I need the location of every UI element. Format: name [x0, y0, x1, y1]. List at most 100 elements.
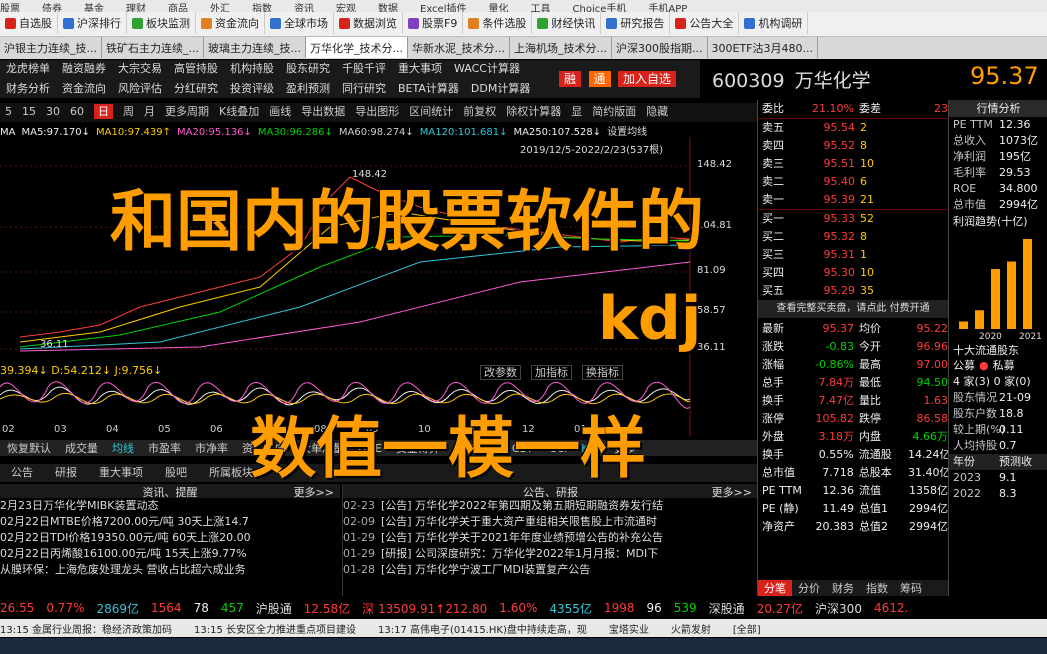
- news-item[interactable]: 02-09 [公告] 万华化学关于重大资产重组相关限售股上市流通时: [343, 514, 758, 530]
- rp-tab[interactable]: 筹码: [894, 580, 928, 596]
- news-item[interactable]: 02月22日丙烯酸16100.00元/吨 15天上涨9.77%: [0, 546, 340, 562]
- tab-item[interactable]: 华新水泥_技术分...: [408, 37, 510, 58]
- indicator-tab[interactable]: 市盈率: [148, 442, 181, 455]
- indicator-button[interactable]: 改参数: [480, 365, 521, 380]
- toolbar-button[interactable]: 公告大全: [670, 12, 740, 34]
- rp-tab[interactable]: 分价: [792, 580, 826, 596]
- indicator-tab[interactable]: 均线: [112, 442, 134, 455]
- tab-item[interactable]: 铁矿石主力连续_...: [102, 37, 204, 58]
- news-item[interactable]: 从膜环保：上海危废处理龙头 营收占比超六成业务: [0, 562, 340, 578]
- ticker-item[interactable]: [全部]: [733, 621, 761, 636]
- tab-item[interactable]: 300ETF沽3月480...: [708, 37, 818, 58]
- nav-item[interactable]: 盈利预测: [286, 82, 330, 95]
- top-menu-item[interactable]: 债券: [42, 4, 62, 12]
- news-item[interactable]: 02月22日TDI价格19350.00元/吨 60天上涨20.00: [0, 530, 340, 546]
- nav-item[interactable]: 同行研究: [342, 82, 386, 95]
- toolbar-button[interactable]: 股票F9: [403, 12, 464, 34]
- nav-item[interactable]: 分红研究: [174, 82, 218, 95]
- orderbook-note[interactable]: 查看完整买卖盘，请点此 付费开通: [758, 300, 948, 318]
- top-menu-item[interactable]: 基金: [84, 4, 104, 12]
- rong-button[interactable]: 融: [559, 71, 582, 87]
- top-menu-item[interactable]: 指数: [252, 4, 272, 12]
- tab-item[interactable]: 上海机场_技术分...: [510, 37, 612, 58]
- top-menu-item[interactable]: 资讯: [294, 4, 314, 12]
- add-watchlist-button[interactable]: 加入自选: [618, 71, 677, 87]
- nav-item[interactable]: 融资融券: [62, 62, 106, 75]
- nav-item[interactable]: 大宗交易: [118, 62, 162, 75]
- toolbar-button[interactable]: 数据浏览: [334, 12, 403, 34]
- orderbook-row[interactable]: 卖四 95.52 8: [758, 137, 948, 155]
- ticker-item[interactable]: 火箭发射: [671, 621, 711, 636]
- top-menu-item[interactable]: Excel插件: [420, 4, 467, 12]
- period-button[interactable]: 画线: [269, 105, 291, 118]
- tab-item[interactable]: 沪银主力连续_技...: [0, 37, 102, 58]
- tab-item[interactable]: 玻璃主力连续_技...: [204, 37, 306, 58]
- top-menu-item[interactable]: Choice手机: [573, 4, 627, 12]
- toolbar-button[interactable]: 条件选股: [463, 12, 533, 34]
- period-button[interactable]: 除权计算器: [506, 105, 561, 118]
- news-item[interactable]: 2月23日万华化学MIBK装置动态: [0, 498, 340, 514]
- indicator-tab[interactable]: 成交量: [65, 442, 98, 455]
- period-button[interactable]: 导出数据: [301, 105, 345, 118]
- toolbar-button[interactable]: 沪深排行: [58, 12, 127, 34]
- toolbar-button[interactable]: 板块监测: [127, 12, 196, 34]
- toolbar-button[interactable]: 研究报告: [601, 12, 671, 34]
- nav-item[interactable]: 机构持股: [230, 62, 274, 75]
- rp-tab[interactable]: 分笔: [758, 580, 792, 596]
- indicator-button[interactable]: 加指标: [531, 365, 572, 380]
- orderbook-row[interactable]: 买三 95.31 1: [758, 246, 948, 264]
- ticker-item[interactable]: 宝塔实业: [609, 621, 649, 636]
- orderbook-row[interactable]: 买五 95.29 35: [758, 282, 948, 300]
- nav-item[interactable]: DDM计算器: [471, 82, 530, 95]
- top-menu-item[interactable]: 工具: [531, 4, 551, 12]
- info-tab[interactable]: 股吧: [160, 466, 192, 479]
- nav-item[interactable]: 风险评估: [118, 82, 162, 95]
- top-menu-item[interactable]: 数据: [378, 4, 398, 12]
- news-item[interactable]: 01-29 [研报] 公司深度研究：万华化学2022年1月月报：MDI下: [343, 546, 758, 562]
- orderbook-row[interactable]: 买四 95.30 10: [758, 264, 948, 282]
- nav-item[interactable]: 重大事项: [398, 62, 442, 75]
- top-menu-item[interactable]: 股票: [0, 4, 20, 12]
- period-button[interactable]: 周: [123, 105, 134, 118]
- top-menu-item[interactable]: 宏观: [336, 4, 356, 12]
- period-button[interactable]: 更多周期: [165, 105, 209, 118]
- period-button[interactable]: 日: [94, 104, 113, 119]
- rp-tab[interactable]: 财务: [826, 580, 860, 596]
- nav-item[interactable]: 高管持股: [174, 62, 218, 75]
- news-item[interactable]: 02-23 [公告] 万华化学2022年第四期及第五期短期融资券发行结: [343, 498, 758, 514]
- ticker-item[interactable]: 13:15 长安区全力推进重点项目建设: [194, 621, 356, 636]
- indicator-tab[interactable]: 市净率: [195, 442, 228, 455]
- ticker-item[interactable]: 13:17 高伟电子(01415.HK)盘中持续走高，现: [378, 621, 587, 636]
- period-button[interactable]: 显: [571, 105, 582, 118]
- period-button[interactable]: 60: [70, 105, 84, 118]
- toolbar-button[interactable]: 资金流向: [196, 12, 265, 34]
- period-button[interactable]: 前复权: [463, 105, 496, 118]
- more-link[interactable]: 更多>>: [712, 484, 752, 500]
- indicator-button[interactable]: 换指标: [582, 365, 623, 380]
- nav-item[interactable]: 投资评级: [230, 82, 274, 95]
- tong-button[interactable]: 通: [588, 71, 611, 87]
- nav-item[interactable]: 财务分析: [6, 82, 50, 95]
- period-button[interactable]: 30: [46, 105, 60, 118]
- top-menu-item[interactable]: 外汇: [210, 4, 230, 12]
- period-button[interactable]: 5: [5, 105, 12, 118]
- period-button[interactable]: 月: [144, 105, 155, 118]
- orderbook-row[interactable]: 买二 95.32 8: [758, 228, 948, 246]
- news-item[interactable]: 01-29 [公告] 万华化学关于2021年年度业绩预增公告的补充公告: [343, 530, 758, 546]
- nav-item[interactable]: 千股千评: [342, 62, 386, 75]
- analysis-title[interactable]: 行情分析: [949, 100, 1047, 117]
- top-menu-item[interactable]: 量化: [489, 4, 509, 12]
- period-button[interactable]: 简约版面: [592, 105, 636, 118]
- orderbook-row[interactable]: 卖五 95.54 2: [758, 119, 948, 137]
- orderbook-row[interactable]: 卖三 95.51 10: [758, 155, 948, 173]
- nav-item[interactable]: 资金流向: [62, 82, 106, 95]
- ticker-item[interactable]: 13:15 金属行业周报：稳经济政策加码: [0, 621, 172, 636]
- rp-tab[interactable]: 指数: [860, 580, 894, 596]
- toolbar-button[interactable]: 全球市场: [265, 12, 334, 34]
- orderbook-row[interactable]: 卖一 95.39 21: [758, 191, 948, 209]
- news-item[interactable]: 02月22日MTBE价格7200.00元/吨 30天上涨14.7: [0, 514, 340, 530]
- info-tab[interactable]: 重大事项: [94, 466, 148, 479]
- top-menu-item[interactable]: 商品: [168, 4, 188, 12]
- top-menu-item[interactable]: 手机APP: [648, 4, 687, 12]
- toolbar-button[interactable]: 自选股: [0, 12, 58, 34]
